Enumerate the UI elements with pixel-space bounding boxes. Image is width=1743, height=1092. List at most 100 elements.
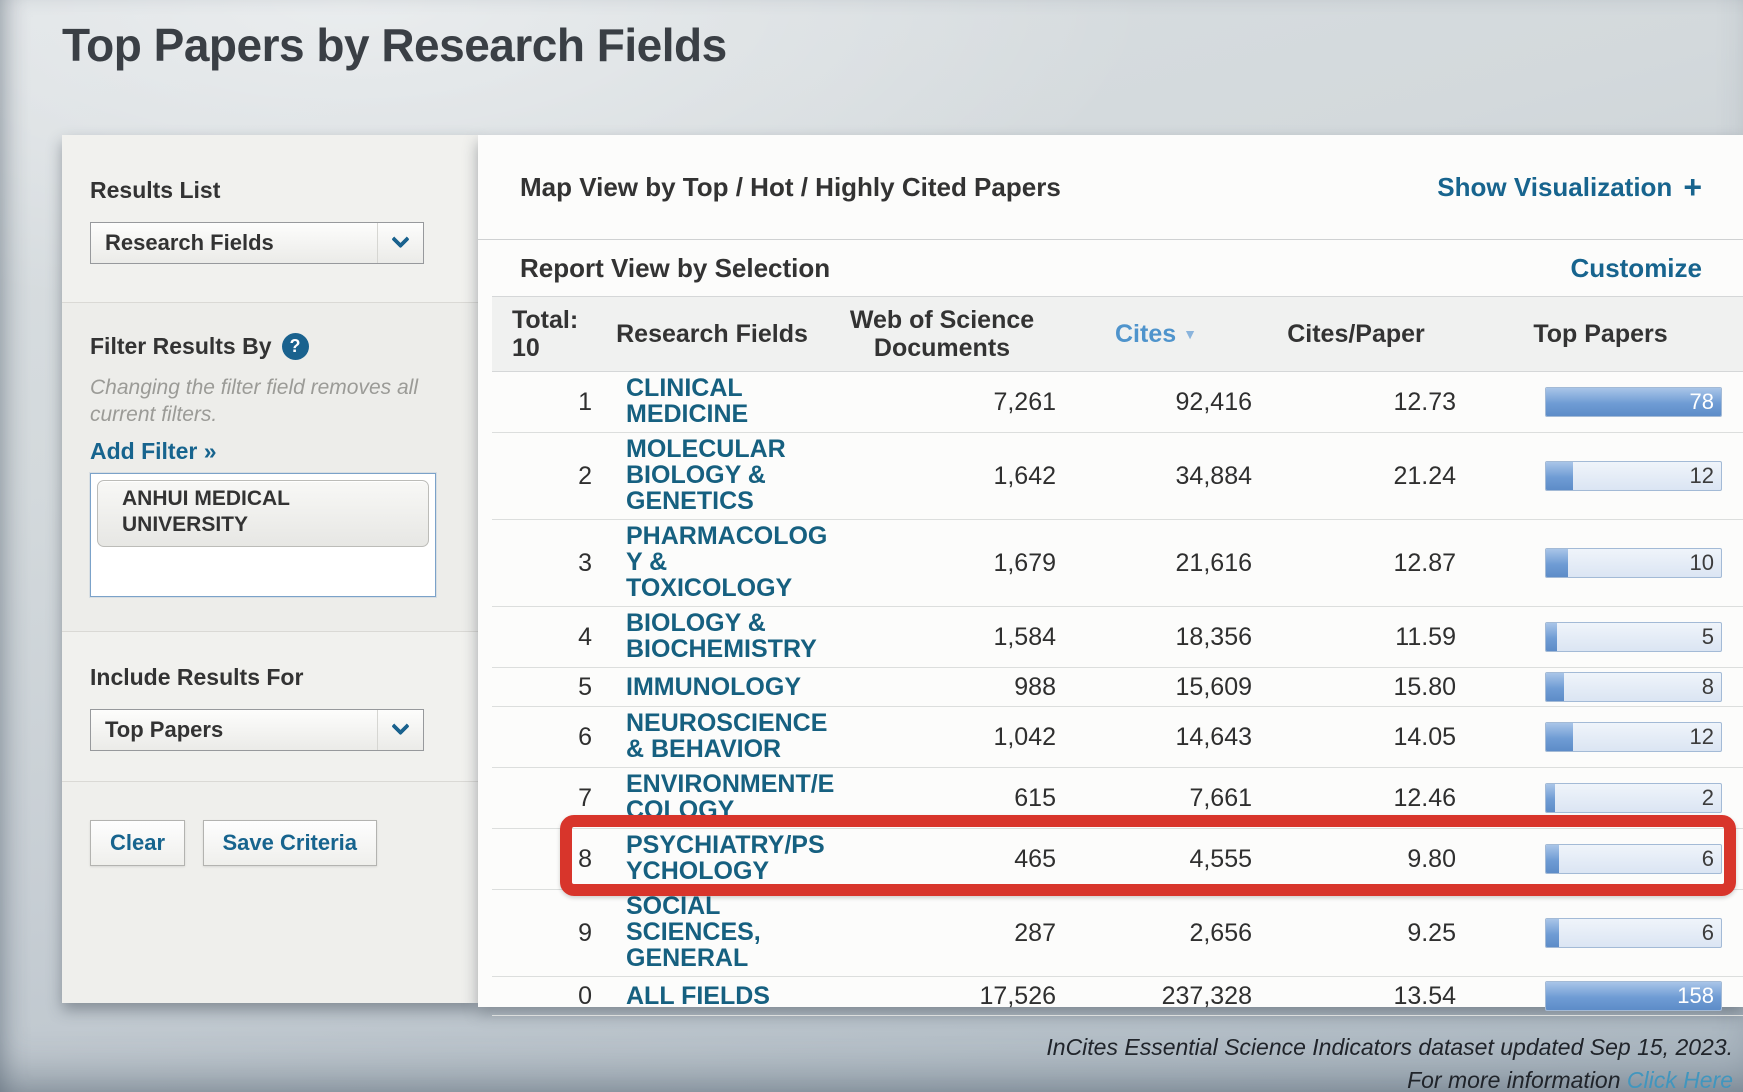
plus-icon: + <box>1683 171 1702 203</box>
row-docs: 1,679 <box>826 520 1058 607</box>
row-rank: 0 <box>492 977 598 1016</box>
top-papers-value: 10 <box>1690 550 1714 576</box>
top-papers-bar: 6 <box>1545 844 1722 874</box>
row-cites-per-paper: 12.87 <box>1254 520 1458 607</box>
row-cites-per-paper: 13.54 <box>1254 977 1458 1016</box>
results-list-label: Results List <box>90 177 452 204</box>
row-docs: 7,261 <box>826 372 1058 433</box>
top-papers-bar-fill <box>1546 784 1555 812</box>
row-rank: 2 <box>492 433 598 520</box>
row-rank: 5 <box>492 668 598 707</box>
customize-link[interactable]: Customize <box>1571 253 1702 284</box>
row-rank: 7 <box>492 768 598 829</box>
row-cites: 18,356 <box>1058 607 1254 668</box>
table-row: 8 PSYCHIATRY/PS YCHOLOGY 465 4,555 9.80 … <box>492 829 1743 890</box>
filter-results-by-label: Filter Results By <box>90 333 272 360</box>
research-field-link[interactable]: IMMUNOLOGY <box>626 674 801 700</box>
row-docs: 1,584 <box>826 607 1058 668</box>
row-cites-per-paper: 11.59 <box>1254 607 1458 668</box>
research-field-link[interactable]: NEUROSCIENCE & BEHAVIOR <box>626 710 827 762</box>
filter-note: Changing the filter field removes all cu… <box>90 374 452 428</box>
research-field-link[interactable]: ALL FIELDS <box>626 983 770 1009</box>
top-papers-value: 8 <box>1702 674 1714 700</box>
top-papers-bar-fill <box>1546 723 1573 751</box>
page: Top Papers by Research Fields Results Li… <box>0 0 1743 1092</box>
row-rank: 4 <box>492 607 598 668</box>
footer: InCites Essential Science Indicators dat… <box>1046 1031 1733 1092</box>
table-row: 6 NEUROSCIENCE & BEHAVIOR 1,042 14,643 1… <box>492 707 1743 768</box>
row-cites-per-paper: 9.80 <box>1254 829 1458 890</box>
row-rank: 9 <box>492 890 598 977</box>
research-field-link[interactable]: SOCIAL SCIENCES, GENERAL <box>626 893 761 971</box>
include-results-dropdown[interactable]: Top Papers <box>90 709 424 751</box>
top-papers-bar: 12 <box>1545 461 1722 491</box>
row-rank: 1 <box>492 372 598 433</box>
actions-section: Clear Save Criteria <box>62 781 478 1003</box>
footer-more-info: For more information Click Here <box>1046 1064 1733 1092</box>
row-docs: 1,042 <box>826 707 1058 768</box>
include-results-value: Top Papers <box>91 717 377 743</box>
cites-header-label: Cites <box>1115 320 1176 348</box>
filter-list-box: ANHUI MEDICAL UNIVERSITY <box>90 473 436 597</box>
row-cites-per-paper: 21.24 <box>1254 433 1458 520</box>
map-view-title: Map View by Top / Hot / Highly Cited Pap… <box>520 172 1061 203</box>
main-panel: Map View by Top / Hot / Highly Cited Pap… <box>478 135 1743 1007</box>
research-field-link[interactable]: MOLECULAR BIOLOGY & GENETICS <box>626 436 786 514</box>
footer-more-info-label: For more information <box>1407 1067 1620 1092</box>
row-cites: 2,656 <box>1058 890 1254 977</box>
row-cites-per-paper: 12.46 <box>1254 768 1458 829</box>
top-papers-bar-fill <box>1546 845 1559 873</box>
row-cites: 14,643 <box>1058 707 1254 768</box>
results-list-section: Results List Research Fields <box>62 135 478 302</box>
show-visualization-label: Show Visualization <box>1437 172 1672 203</box>
research-field-link[interactable]: PSYCHIATRY/PS YCHOLOGY <box>626 832 825 884</box>
top-papers-value: 2 <box>1702 785 1714 811</box>
show-visualization-link[interactable]: Show Visualization + <box>1437 171 1702 203</box>
report-view-title: Report View by Selection <box>520 253 830 284</box>
top-papers-value: 5 <box>1702 624 1714 650</box>
clear-button[interactable]: Clear <box>90 820 185 866</box>
help-icon[interactable]: ? <box>282 333 309 360</box>
row-cites-per-paper: 12.73 <box>1254 372 1458 433</box>
top-papers-bar: 12 <box>1545 722 1722 752</box>
total-count-header: Total: 10 <box>492 297 598 372</box>
table-row: 0 ALL FIELDS 17,526 237,328 13.54 158 <box>492 977 1743 1016</box>
row-docs: 615 <box>826 768 1058 829</box>
row-docs: 988 <box>826 668 1058 707</box>
top-papers-bar: 5 <box>1545 622 1722 652</box>
research-field-link[interactable]: ENVIRONMENT/E COLOGY <box>626 771 834 823</box>
row-cites: 21,616 <box>1058 520 1254 607</box>
click-here-link[interactable]: Click Here <box>1627 1067 1733 1092</box>
top-papers-bar: 6 <box>1545 918 1722 948</box>
results-list-dropdown[interactable]: Research Fields <box>90 222 424 264</box>
row-cites: 4,555 <box>1058 829 1254 890</box>
row-cites-per-paper: 9.25 <box>1254 890 1458 977</box>
top-papers-bar-fill <box>1546 462 1573 490</box>
row-cites-per-paper: 14.05 <box>1254 707 1458 768</box>
sidebar: Results List Research Fields Filter Resu… <box>62 135 478 1003</box>
row-cites: 34,884 <box>1058 433 1254 520</box>
row-cites: 92,416 <box>1058 372 1254 433</box>
include-results-section: Include Results For Top Papers <box>62 631 478 781</box>
top-papers-value: 78 <box>1690 389 1714 415</box>
top-papers-value: 12 <box>1690 463 1714 489</box>
top-papers-bar-fill <box>1546 919 1559 947</box>
wos-documents-header: Web of Science Documents <box>826 297 1058 372</box>
page-title: Top Papers by Research Fields <box>62 16 727 74</box>
research-field-link[interactable]: CLINICAL MEDICINE <box>626 375 748 427</box>
cites-sort-header[interactable]: Cites▼ <box>1058 297 1254 372</box>
table-row: 4 BIOLOGY & BIOCHEMISTRY 1,584 18,356 11… <box>492 607 1743 668</box>
research-field-link[interactable]: PHARMACOLOG Y & TOXICOLOGY <box>626 523 827 601</box>
row-docs: 465 <box>826 829 1058 890</box>
selected-filter-chip[interactable]: ANHUI MEDICAL UNIVERSITY <box>97 480 429 547</box>
row-cites-per-paper: 15.80 <box>1254 668 1458 707</box>
add-filter-link[interactable]: Add Filter » <box>90 438 217 465</box>
top-papers-value: 12 <box>1690 724 1714 750</box>
row-rank: 8 <box>492 829 598 890</box>
research-field-link[interactable]: BIOLOGY & BIOCHEMISTRY <box>626 610 817 662</box>
top-papers-bar: 8 <box>1545 672 1722 702</box>
table-header-row: Total: 10 Research Fields Web of Science… <box>492 297 1743 372</box>
save-criteria-button[interactable]: Save Criteria <box>203 820 378 866</box>
table-row: 7 ENVIRONMENT/E COLOGY 615 7,661 12.46 2 <box>492 768 1743 829</box>
chevron-down-icon <box>377 223 423 263</box>
